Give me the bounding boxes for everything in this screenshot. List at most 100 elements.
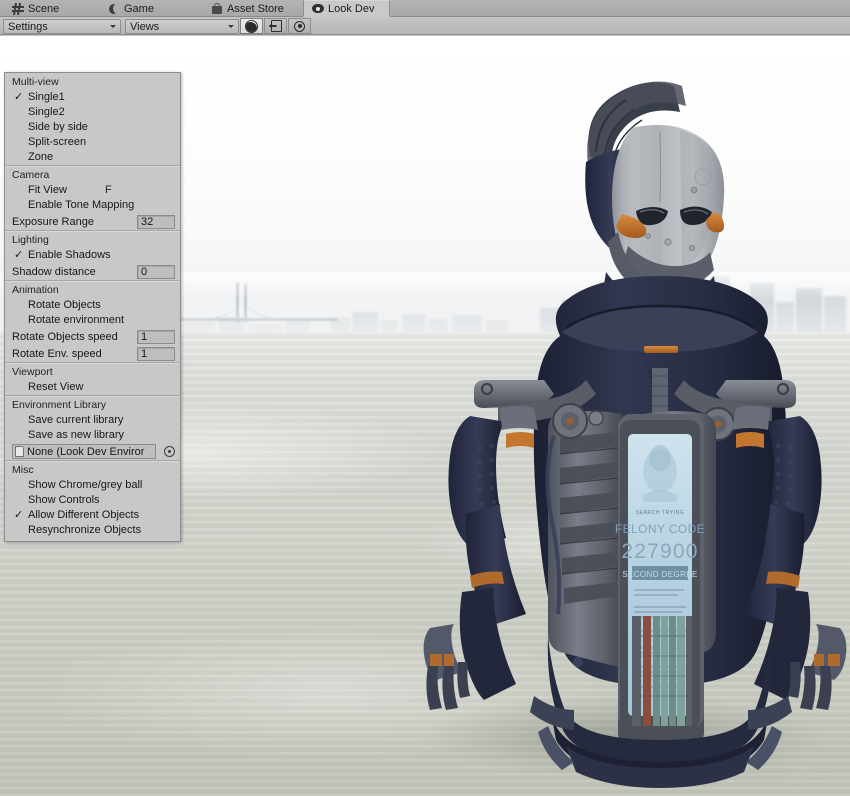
menu-item-show-chrome-grey-ball[interactable]: Show Chrome/grey ball (5, 478, 180, 493)
menu-item-label: Save current library (28, 414, 123, 426)
exposure-range-field[interactable]: 32 (137, 215, 175, 229)
object-field-value: None (Look Dev Enviror (27, 446, 144, 458)
settings-dropdown-label: Settings (8, 21, 104, 33)
menu-item-single2[interactable]: Single2 (5, 105, 180, 120)
svg-text:FELONY CODE: FELONY CODE (615, 522, 705, 536)
menu-item-label: Enable Tone Mapping (28, 199, 134, 211)
menu-item-label: Reset View (28, 381, 83, 393)
menu-item-label: Rotate Objects (28, 299, 101, 311)
menu-section-environment-library: Environment Library Save current library… (5, 395, 180, 460)
menu-item-save-as-new-library[interactable]: Save as new library (5, 428, 180, 443)
unity-editor-window: Scene Game Asset Store Look Dev Settings… (0, 0, 850, 796)
menu-item-label: Resynchronize Objects (28, 524, 141, 536)
shadow-distance-row: Shadow distance 0 (5, 263, 180, 280)
menu-item-split-screen[interactable]: Split-screen (5, 135, 180, 150)
exposure-range-row: Exposure Range 32 (5, 213, 180, 230)
rotate-objects-speed-label: Rotate Objects speed (12, 331, 133, 343)
half-sphere-icon (245, 20, 258, 33)
tab-asset-store[interactable]: Asset Store (203, 0, 300, 17)
shadow-distance-field[interactable]: 0 (137, 265, 175, 279)
rotate-env-speed-row: Rotate Env. speed 1 (5, 345, 180, 362)
menu-item-label: Split-screen (28, 136, 86, 148)
environment-library-row: None (Look Dev Enviror (5, 443, 180, 460)
section-header: Misc (5, 461, 180, 478)
bag-icon (211, 3, 223, 15)
tab-label: Look Dev (328, 3, 374, 15)
focus-target-button[interactable] (288, 18, 311, 34)
menu-item-enable-shadows[interactable]: ✓ Enable Shadows (5, 248, 180, 263)
check-icon: ✓ (14, 90, 23, 105)
tab-game[interactable]: Game (100, 0, 172, 17)
eye-icon (312, 3, 324, 15)
menu-item-label: Save as new library (28, 429, 124, 441)
look-dev-toolbar: Settings Views (0, 17, 850, 35)
menu-section-misc: Misc Show Chrome/grey ball Show Controls… (5, 460, 180, 538)
menu-item-save-current-library[interactable]: Save current library (5, 413, 180, 428)
look-dev-viewport[interactable]: SEARCH TRYING FELONY CODE 227900 SECOND … (0, 36, 850, 796)
menu-item-reset-view[interactable]: Reset View (5, 380, 180, 395)
menu-item-label: Zone (28, 151, 53, 163)
tab-label: Asset Store (227, 3, 284, 15)
menu-item-single1[interactable]: ✓ Single1 (5, 90, 180, 105)
settings-dropdown[interactable]: Settings (3, 19, 121, 34)
views-dropdown-label: Views (130, 21, 222, 33)
tab-label: Game (124, 3, 154, 15)
menu-item-label: Allow Different Objects (28, 509, 139, 521)
section-header: Lighting (5, 231, 180, 248)
menu-item-label: Single2 (28, 106, 65, 118)
asset-file-icon (15, 446, 24, 457)
section-header: Environment Library (5, 396, 180, 413)
svg-text:227900: 227900 (621, 540, 698, 563)
section-header: Viewport (5, 363, 180, 380)
grid-icon (12, 3, 24, 15)
svg-text:SECOND DEGREE: SECOND DEGREE (622, 570, 697, 579)
menu-item-label: Enable Shadows (28, 249, 111, 261)
chevron-down-icon (228, 25, 234, 28)
exposure-range-label: Exposure Range (12, 216, 133, 228)
menu-item-label: Show Controls (28, 494, 100, 506)
menu-item-enable-tone-mapping[interactable]: Enable Tone Mapping (5, 198, 180, 213)
tab-look-dev[interactable]: Look Dev (303, 0, 390, 17)
views-dropdown[interactable]: Views (125, 19, 239, 34)
rotate-objects-speed-field[interactable]: 1 (137, 330, 175, 344)
menu-item-zone[interactable]: Zone (5, 150, 180, 165)
menu-section-camera: Camera Fit View F Enable Tone Mapping Ex… (5, 165, 180, 230)
rotate-env-speed-field[interactable]: 1 (137, 347, 175, 361)
menu-item-label: Side by side (28, 121, 88, 133)
tab-scene[interactable]: Scene (4, 0, 80, 17)
rotate-env-speed-label: Rotate Env. speed (12, 348, 133, 360)
menu-item-label: Show Chrome/grey ball (28, 479, 142, 491)
shadow-distance-label: Shadow distance (12, 266, 133, 278)
tab-label: Scene (28, 3, 59, 15)
menu-item-allow-different-objects[interactable]: ✓ Allow Different Objects (5, 508, 180, 523)
menu-item-fit-view[interactable]: Fit View F (5, 183, 180, 198)
chevron-down-icon (110, 25, 116, 28)
menu-item-side-by-side[interactable]: Side by side (5, 120, 180, 135)
insert-frame-icon (269, 20, 283, 32)
insert-object-button[interactable] (264, 18, 287, 34)
settings-popup-menu[interactable]: Multi-view ✓ Single1 Single2 Side by sid… (4, 72, 181, 542)
menu-section-lighting: Lighting ✓ Enable Shadows Shadow distanc… (5, 230, 180, 280)
menu-item-label: Fit View (28, 184, 67, 196)
menu-section-viewport: Viewport Reset View (5, 362, 180, 395)
rotate-objects-speed-row: Rotate Objects speed 1 (5, 328, 180, 345)
menu-item-label: Rotate environment (28, 314, 124, 326)
environment-library-object-field[interactable]: None (Look Dev Enviror (12, 444, 156, 459)
section-header: Camera (5, 166, 180, 183)
moon-icon (108, 3, 120, 15)
svg-text:SEARCH TRYING: SEARCH TRYING (636, 510, 685, 516)
menu-item-resynchronize-objects[interactable]: Resynchronize Objects (5, 523, 180, 538)
menu-section-animation: Animation Rotate Objects Rotate environm… (5, 280, 180, 362)
section-header: Multi-view (5, 73, 180, 90)
object-picker-icon[interactable] (164, 446, 175, 457)
shading-sphere-button[interactable] (240, 18, 263, 34)
menu-item-show-controls[interactable]: Show Controls (5, 493, 180, 508)
menu-item-rotate-objects[interactable]: Rotate Objects (5, 298, 180, 313)
menu-section-multi-view: Multi-view ✓ Single1 Single2 Side by sid… (5, 73, 180, 165)
menu-item-label: Single1 (28, 91, 65, 103)
menu-item-rotate-environment[interactable]: Rotate environment (5, 313, 180, 328)
menu-item-shortcut: F (105, 183, 112, 198)
check-icon: ✓ (14, 508, 23, 523)
section-header: Animation (5, 281, 180, 298)
check-icon: ✓ (14, 248, 23, 263)
